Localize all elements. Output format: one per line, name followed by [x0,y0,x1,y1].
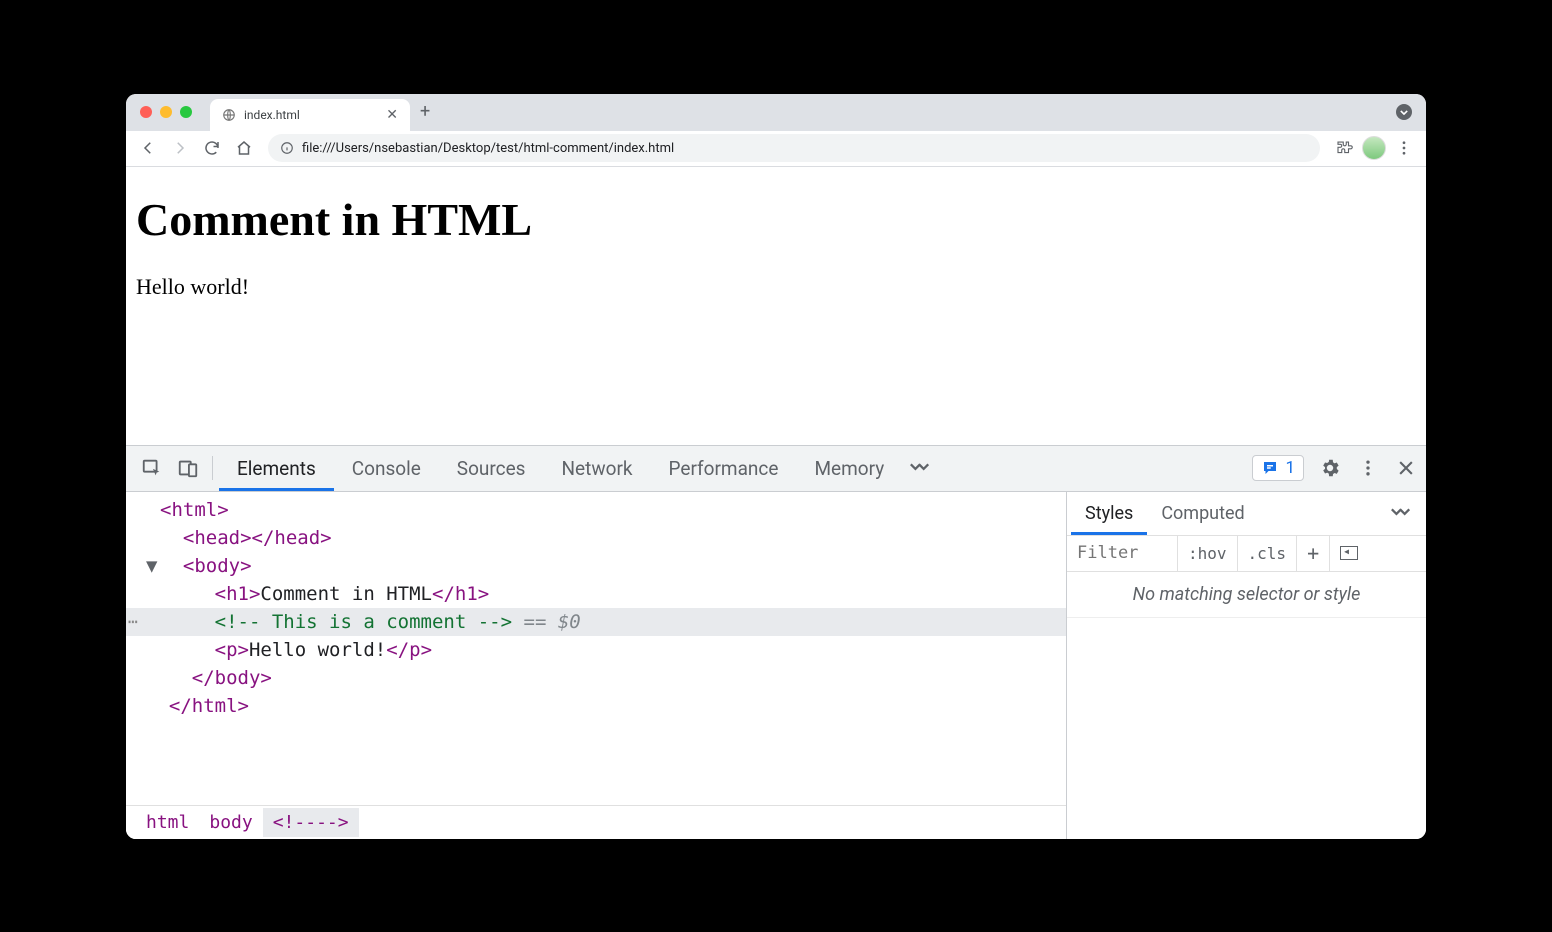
forward-button[interactable] [166,134,194,162]
new-tab-button[interactable]: + [420,103,430,121]
window-controls [140,106,192,118]
devtools-tab-network[interactable]: Network [543,445,650,491]
browser-tab[interactable]: index.html ✕ [210,99,410,131]
page-viewport: Comment in HTML Hello world! [126,167,1426,445]
globe-icon [222,108,236,122]
reload-button[interactable] [198,134,226,162]
browser-toolbar: file:///Users/nsebastian/Desktop/test/ht… [126,131,1426,167]
minimize-window-button[interactable] [160,106,172,118]
issues-count: 1 [1285,458,1295,478]
crumb-body[interactable]: body [199,808,262,837]
back-button[interactable] [134,134,162,162]
profile-avatar[interactable] [1362,136,1386,160]
no-match-message: No matching selector or style [1067,572,1426,618]
crumb-comment[interactable]: <!--​--> [263,808,359,837]
devtools-tab-elements[interactable]: Elements [219,445,334,491]
dom-node[interactable]: </html> [169,695,249,717]
elements-panel: <html> <head></head> ▼ <body> <h1>Commen… [126,492,1066,839]
computed-toggle-icon[interactable] [1329,536,1368,571]
dom-node[interactable]: <p> [215,639,249,661]
styles-filter-input[interactable] [1067,536,1177,571]
close-tab-button[interactable]: ✕ [386,108,398,122]
hov-toggle[interactable]: :hov [1177,536,1237,571]
dom-node[interactable]: <body> [183,555,252,577]
more-tabs-icon[interactable] [902,450,938,486]
styles-tab-styles[interactable]: Styles [1071,491,1147,535]
inspect-element-icon[interactable] [134,450,170,486]
site-info-icon[interactable] [280,141,294,155]
devtools-tab-performance[interactable]: Performance [651,445,797,491]
devtools-tab-console[interactable]: Console [334,445,439,491]
dom-node[interactable]: <html> [160,499,229,521]
tab-title: index.html [244,108,300,122]
chrome-menu-button[interactable] [1390,134,1418,162]
devtools-tab-memory[interactable]: Memory [796,445,902,491]
devtools-tab-sources[interactable]: Sources [439,445,544,491]
address-bar[interactable]: file:///Users/nsebastian/Desktop/test/ht… [268,134,1320,162]
issues-chip[interactable]: 1 [1252,455,1304,481]
close-devtools-icon[interactable] [1394,456,1418,480]
home-button[interactable] [230,134,258,162]
dom-node[interactable]: <head></head> [183,527,332,549]
crumb-html[interactable]: html [136,808,199,837]
device-toolbar-icon[interactable] [170,450,206,486]
page-paragraph: Hello world! [136,274,1416,300]
dom-tree[interactable]: <html> <head></head> ▼ <body> <h1>Commen… [126,492,1066,805]
devtools-panels: <html> <head></head> ▼ <body> <h1>Commen… [126,492,1426,839]
styles-tabbar: Styles Computed [1067,492,1426,536]
cls-toggle[interactable]: .cls [1237,536,1297,571]
settings-icon[interactable] [1318,456,1342,480]
dom-node[interactable]: <h1> [215,583,261,605]
styles-tab-computed[interactable]: Computed [1147,491,1258,535]
tab-strip: index.html ✕ + [126,94,1426,131]
dom-node-selected[interactable]: <!-- This is a comment --> == $0 [126,608,1066,636]
devtools-menu-icon[interactable] [1356,456,1380,480]
extensions-button[interactable] [1330,134,1358,162]
devtools-panel: Elements Console Sources Network Perform… [126,445,1426,839]
breadcrumb: html body <!--​--> [126,805,1066,839]
maximize-window-button[interactable] [180,106,192,118]
styles-toolbar: :hov .cls + [1067,536,1426,572]
page-heading: Comment in HTML [136,193,1416,246]
dom-node[interactable]: </body> [192,667,272,689]
browser-window: index.html ✕ + file:///Users/nsebastian/… [126,94,1426,839]
styles-sidebar: Styles Computed :hov .cls + No matching … [1066,492,1426,839]
more-styles-tabs-icon[interactable] [1380,506,1422,520]
tab-search-button[interactable] [1396,104,1412,120]
url-text: file:///Users/nsebastian/Desktop/test/ht… [302,141,674,156]
new-style-rule-button[interactable]: + [1296,536,1329,571]
close-window-button[interactable] [140,106,152,118]
devtools-tabbar: Elements Console Sources Network Perform… [126,446,1426,492]
